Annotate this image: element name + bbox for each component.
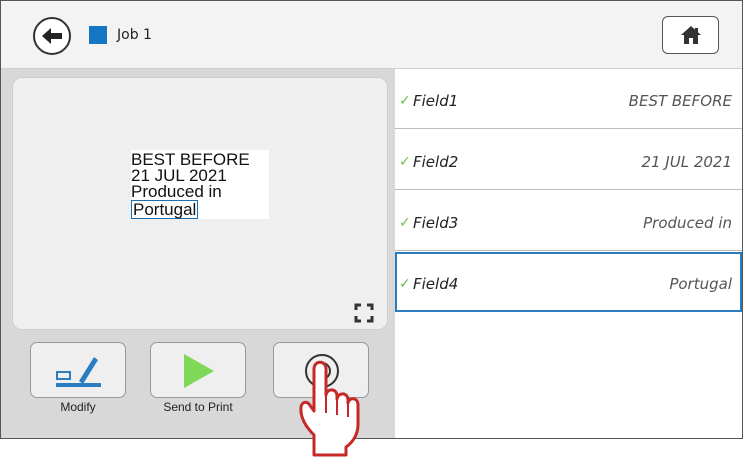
field-value: Portugal <box>669 275 732 293</box>
field-list: ✓ Field1 BEST BEFORE ✓ Field2 21 JUL 202… <box>395 69 742 438</box>
field-name: Field4 <box>413 275 459 293</box>
field-row-4[interactable]: ✓ Field4 Portugal <box>395 252 742 312</box>
job-color-swatch <box>89 26 107 44</box>
check-icon: ✓ <box>399 276 411 292</box>
modify-label: Modify <box>60 400 96 414</box>
preview-line-3: Produced in <box>131 182 222 201</box>
fullscreen-icon[interactable] <box>354 303 374 323</box>
field-row-2[interactable]: ✓ Field2 21 JUL 2021 <box>395 130 742 190</box>
home-button[interactable] <box>662 16 719 54</box>
back-button[interactable] <box>33 17 71 55</box>
modify-button[interactable] <box>30 342 126 398</box>
label-content: BEST BEFORE 21 JUL 2021 Produced in Port… <box>131 150 269 219</box>
home-icon <box>681 26 701 44</box>
preview-line-4-selected[interactable]: Portugal <box>131 200 199 219</box>
app-window: Job 1 BEST BEFORE 21 JUL 2021 Produced i… <box>0 0 743 439</box>
tap-hand-icon <box>299 360 360 457</box>
field-name: Field2 <box>413 153 459 171</box>
back-arrow-icon <box>42 28 62 44</box>
check-icon: ✓ <box>399 215 411 231</box>
field-name: Field1 <box>413 92 459 110</box>
field-value: BEST BEFORE <box>628 92 732 110</box>
job-title: Job 1 <box>117 27 152 43</box>
modify-icon <box>56 357 101 387</box>
field-value: 21 JUL 2021 <box>641 153 732 171</box>
header-bar: Job 1 <box>1 1 742 69</box>
check-icon: ✓ <box>399 93 411 109</box>
field-name: Field3 <box>413 214 459 232</box>
field-row-1[interactable]: ✓ Field1 BEST BEFORE <box>395 69 742 129</box>
send-to-print-button[interactable] <box>150 342 246 398</box>
field-row-3[interactable]: ✓ Field3 Produced in <box>395 191 742 251</box>
check-icon: ✓ <box>399 154 411 170</box>
play-icon <box>184 354 214 388</box>
label-preview: BEST BEFORE 21 JUL 2021 Produced in Port… <box>12 77 388 330</box>
send-to-print-label: Send to Print <box>163 400 233 414</box>
field-value: Produced in <box>643 214 732 232</box>
